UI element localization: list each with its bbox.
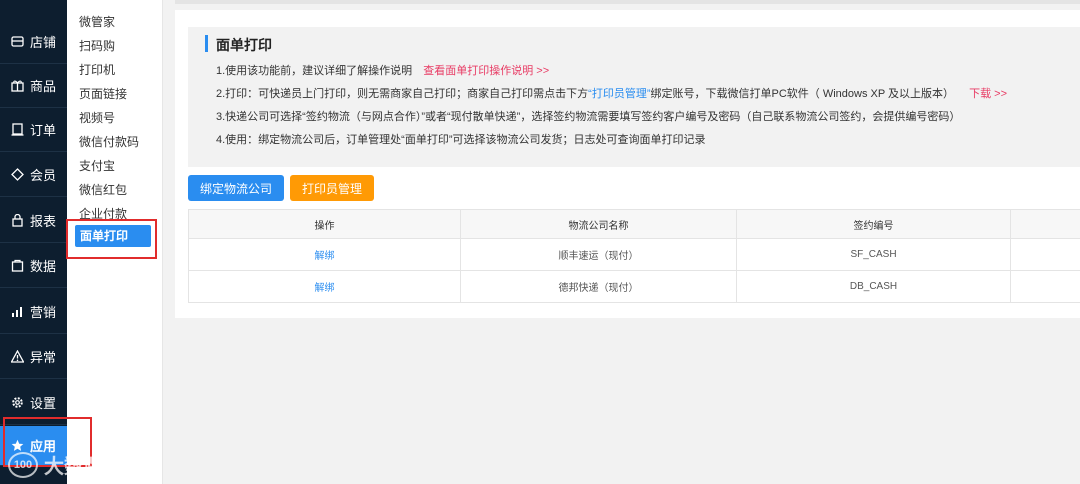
sidebar-item-label: 店铺 xyxy=(30,35,57,50)
action-cell: 解绑 xyxy=(188,271,461,302)
code-cell: SF_CASH xyxy=(737,239,1011,270)
order-icon xyxy=(10,123,24,137)
instruction-text: 绑定账号，下载微信打单PC软件（ Windows XP 及以上版本） xyxy=(650,88,955,100)
sidebar-item-members[interactable]: 会员 xyxy=(0,153,67,197)
sidebar-item-reports[interactable]: 报表 xyxy=(0,199,67,243)
sidebar-item-label: 报表 xyxy=(30,214,57,229)
sidebar-item-data[interactable]: 数据 xyxy=(0,244,67,288)
view-guide-link[interactable]: 查看面单打印操作说明 >> xyxy=(423,65,549,77)
unbind-link[interactable]: 解绑 xyxy=(315,279,335,294)
column-header-action: 操作 xyxy=(188,210,461,238)
printer-manage-button[interactable]: 打印员管理 xyxy=(290,175,374,201)
submenu-item-weiguanjia[interactable]: 微管家 xyxy=(79,13,115,30)
top-tabs-strip xyxy=(175,0,1080,4)
empty-cell xyxy=(1011,271,1080,302)
column-header-company: 物流公司名称 xyxy=(461,210,737,238)
diamond-icon xyxy=(10,168,24,182)
sidebar-item-label: 异常 xyxy=(30,350,57,365)
instruction-text: 2.打印：可快递员上门打印，则无需商家自己打印；商家自己打印需点击下方 xyxy=(216,88,589,100)
submenu-item-printer[interactable]: 打印机 xyxy=(79,61,115,78)
sidebar-item-exceptions[interactable]: 异常 xyxy=(0,335,67,379)
sidebar-item-label: 数据 xyxy=(30,259,57,274)
main-sidebar: 店铺 商品 订单 会员 报表 数据 营销 异常 设置 应用 xyxy=(0,0,67,484)
gear-icon xyxy=(10,396,24,410)
warning-icon xyxy=(10,350,24,364)
empty-cell xyxy=(1011,239,1080,270)
data-icon xyxy=(10,259,24,273)
printer-manage-link[interactable]: “打印员管理” xyxy=(588,88,650,100)
column-header-empty xyxy=(1011,210,1080,238)
instruction-line-3: 3.快递公司可选择“签约物流（与网点合作）”或者“现付散单快递”，选择签约物流需… xyxy=(216,111,961,123)
submenu-item-wechat-redpacket[interactable]: 微信红包 xyxy=(79,181,127,198)
company-cell: 顺丰速运（现付） xyxy=(461,239,737,270)
table-header-row: 操作 物流公司名称 签约编号 xyxy=(188,210,1080,239)
instruction-line-4: 4.使用：绑定物流公司后，订单管理处“面单打印”可选择该物流公司发货；日志处可查… xyxy=(216,134,706,146)
logistics-table: 操作 物流公司名称 签约编号 解绑 顺丰速运（现付） SF_CASH 解绑 德邦… xyxy=(188,209,1080,303)
submenu-item-alipay[interactable]: 支付宝 xyxy=(79,157,115,174)
company-cell: 德邦快递（现付） xyxy=(461,271,737,302)
submenu-item-wechat-paycode[interactable]: 微信付款码 xyxy=(79,133,139,150)
sidebar-item-marketing[interactable]: 营销 xyxy=(0,290,67,334)
instruction-text: 1.使用该功能前，建议详细了解操作说明 xyxy=(216,65,413,77)
bind-logistics-button[interactable]: 绑定物流公司 xyxy=(188,175,284,201)
bar-chart-icon xyxy=(10,305,24,319)
watermark-logo: 100 xyxy=(8,451,38,478)
gift-icon xyxy=(10,79,24,93)
sidebar-item-store[interactable]: 店铺 xyxy=(0,20,67,64)
sidebar-item-label: 订单 xyxy=(30,123,57,138)
lock-icon xyxy=(10,214,24,228)
sidebar-item-orders[interactable]: 订单 xyxy=(0,108,67,152)
sidebar-item-label: 商品 xyxy=(30,79,57,94)
instruction-line-2: 2.打印：可快递员上门打印，则无需商家自己打印；商家自己打印需点击下方“打印员管… xyxy=(216,85,1007,101)
sidebar-item-goods[interactable]: 商品 xyxy=(0,64,67,108)
download-link[interactable]: 下载 >> xyxy=(969,88,1007,100)
sidebar-item-label: 会员 xyxy=(30,168,57,183)
title-accent-bar xyxy=(205,35,208,52)
action-cell: 解绑 xyxy=(188,239,461,270)
annotation-frame-waybill xyxy=(66,219,157,259)
watermark: 100 大数跨境 xyxy=(8,450,124,479)
table-row: 解绑 顺丰速运（现付） SF_CASH xyxy=(188,239,1080,271)
page-title: 面单打印 xyxy=(216,37,272,53)
submenu-item-channels[interactable]: 视频号 xyxy=(79,109,115,126)
column-header-code: 签约编号 xyxy=(737,210,1011,238)
unbind-link[interactable]: 解绑 xyxy=(315,247,335,262)
instruction-line-1: 1.使用该功能前，建议详细了解操作说明 查看面单打印操作说明 >> xyxy=(216,62,549,78)
instructions-panel: 面单打印 1.使用该功能前，建议详细了解操作说明 查看面单打印操作说明 >> 2… xyxy=(188,27,1080,167)
watermark-text: 大数跨境 xyxy=(44,456,124,478)
sidebar-item-label: 设置 xyxy=(30,396,57,411)
store-icon xyxy=(10,35,24,49)
submenu-item-scan-buy[interactable]: 扫码购 xyxy=(79,37,115,54)
table-row: 解绑 德邦快递（现付） DB_CASH xyxy=(188,271,1080,303)
code-cell: DB_CASH xyxy=(737,271,1011,302)
sidebar-item-label: 营销 xyxy=(30,305,57,320)
submenu-item-page-links[interactable]: 页面链接 xyxy=(79,85,127,102)
